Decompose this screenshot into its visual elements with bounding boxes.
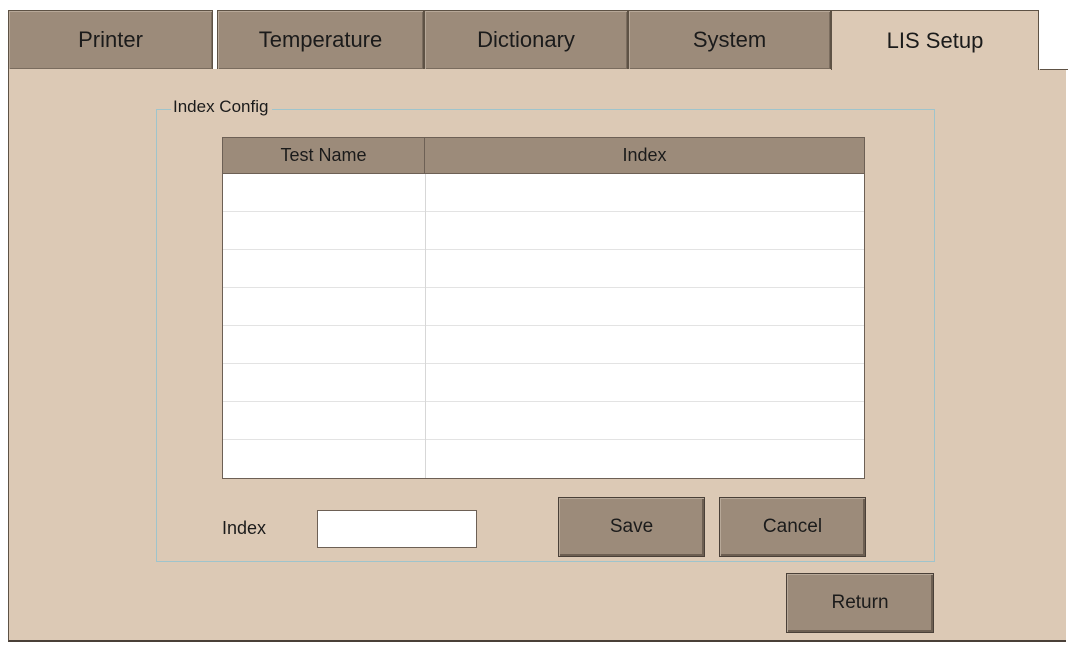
column-divider	[425, 174, 426, 478]
lis-setup-window: Printer Temperature Dictionary System LI…	[0, 0, 1068, 645]
save-button[interactable]: Save	[558, 497, 705, 557]
index-label: Index	[222, 518, 267, 538]
table-row[interactable]	[223, 402, 864, 440]
table-row[interactable]	[223, 364, 864, 402]
cancel-button[interactable]: Cancel	[719, 497, 866, 557]
column-header-index[interactable]: Index	[425, 138, 864, 173]
table-row[interactable]	[223, 288, 864, 326]
index-input[interactable]	[317, 510, 477, 548]
tab-strip-baseline	[1040, 69, 1068, 70]
tab-lis-setup[interactable]: LIS Setup	[831, 10, 1039, 70]
column-header-test-name[interactable]: Test Name	[223, 138, 425, 173]
tab-temperature[interactable]: Temperature	[217, 10, 424, 70]
table-row[interactable]	[223, 326, 864, 364]
index-config-title: Index Config	[171, 96, 273, 118]
table-row[interactable]	[223, 174, 864, 212]
return-button[interactable]: Return	[786, 573, 934, 633]
tab-dictionary[interactable]: Dictionary	[424, 10, 628, 70]
tab-printer[interactable]: Printer	[8, 10, 213, 70]
table-header: Test Name Index	[223, 138, 864, 174]
tab-system[interactable]: System	[628, 10, 831, 70]
index-table[interactable]: Test Name Index	[222, 137, 865, 479]
table-row[interactable]	[223, 440, 864, 478]
table-row[interactable]	[223, 212, 864, 250]
table-row[interactable]	[223, 250, 864, 288]
